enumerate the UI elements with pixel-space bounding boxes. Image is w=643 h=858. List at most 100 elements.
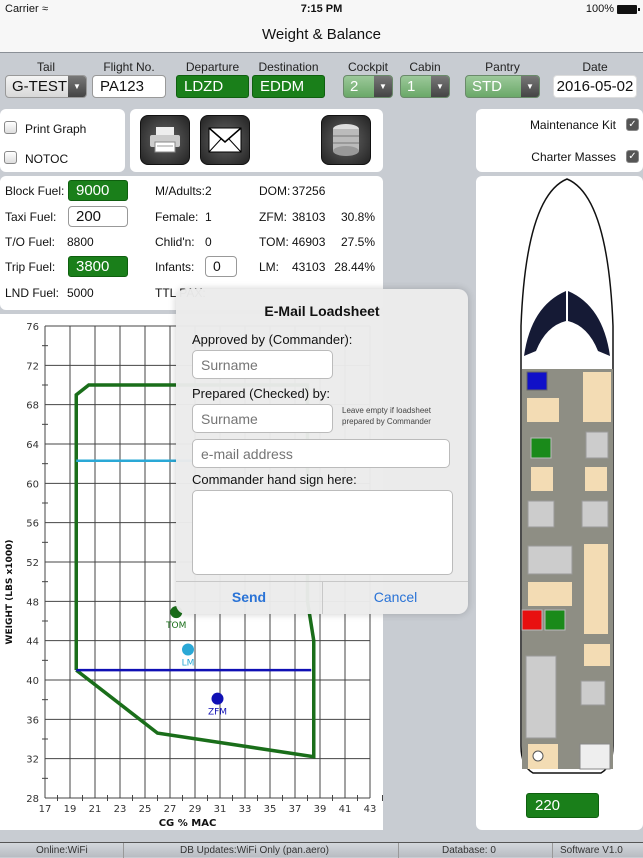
seat-empty[interactable] — [585, 431, 609, 459]
print-graph-checkbox[interactable] — [4, 121, 17, 134]
divan[interactable] — [527, 545, 573, 575]
flight-no-input[interactable]: PA123 — [92, 75, 166, 98]
pantry-select[interactable]: STD ▼ — [465, 75, 540, 98]
tail-value: G-TEST — [12, 78, 67, 95]
maintenance-kit-checkbox[interactable]: ✓ — [626, 118, 639, 131]
approved-label: Approved by (Commander): — [192, 332, 353, 347]
to-fuel-label: T/O Fuel: — [5, 235, 56, 249]
sofa[interactable] — [525, 655, 557, 739]
point-label-lm: LM — [182, 659, 195, 669]
database-icon — [333, 124, 359, 156]
point-label-tom: TOM — [165, 621, 186, 631]
y-tick-label: 52 — [26, 558, 39, 569]
taxi-fuel-label: Taxi Fuel: — [5, 210, 57, 224]
sign-label: Commander hand sign here: — [192, 472, 357, 487]
y-tick-label: 32 — [26, 755, 39, 766]
point-zfm — [211, 692, 224, 705]
prepared-hint-line2: prepared by Commander — [342, 417, 431, 426]
x-tick-label: 41 — [339, 804, 352, 815]
charter-masses-checkbox[interactable]: ✓ — [626, 150, 639, 163]
cockpit-label: Cockpit — [347, 60, 388, 74]
to-fuel-value: 8800 — [67, 235, 94, 249]
cockpit-select[interactable]: 2 ▼ — [343, 75, 393, 98]
cabin-map-panel: 220 — [476, 176, 643, 830]
trip-fuel-input[interactable]: 3800 — [68, 256, 128, 277]
battery-icon — [617, 4, 640, 14]
seat-occupied-2[interactable] — [530, 437, 552, 459]
y-tick-label: 56 — [26, 519, 39, 530]
taxi-fuel-input[interactable]: 200 — [68, 206, 128, 227]
x-tick-label: 19 — [64, 804, 77, 815]
seat-empty[interactable] — [580, 680, 606, 706]
page-title: Weight & Balance — [0, 18, 643, 53]
seat-empty[interactable] — [581, 500, 609, 528]
email-button[interactable] — [200, 115, 250, 165]
seat-occupied-4[interactable] — [544, 609, 566, 631]
database-status: Database: 0 — [442, 845, 496, 856]
seat-empty[interactable] — [527, 500, 555, 528]
toolbar-panel — [130, 109, 383, 172]
email-loadsheet-dialog: E-Mail Loadsheet Approved by (Commander)… — [176, 289, 468, 614]
printer-icon — [150, 127, 180, 153]
credenza — [528, 582, 572, 606]
x-tick-label: 29 — [189, 804, 202, 815]
seat-occupied-3[interactable] — [521, 609, 543, 631]
female-label: Female: — [155, 210, 199, 224]
destination-input[interactable]: EDDM — [252, 75, 325, 98]
clock: 7:15 PM — [300, 3, 343, 15]
notoc-label: NOTOC — [25, 152, 69, 166]
send-button[interactable]: Send — [176, 581, 322, 614]
lm-value: 43103 — [292, 260, 326, 274]
children-value: 0 — [205, 235, 212, 249]
footer-bar: Online:WiFi DB Updates:WiFi Only (pan.ae… — [0, 842, 643, 858]
x-tick-label: 27 — [164, 804, 177, 815]
prepared-surname-input[interactable] — [192, 404, 333, 433]
extras-panel: Maintenance Kit ✓ Charter Masses ✓ — [476, 109, 643, 172]
email-input[interactable] — [192, 439, 450, 468]
y-tick-label: 44 — [26, 637, 39, 648]
approved-surname-input[interactable] — [192, 350, 333, 379]
cabin-select[interactable]: 1 ▼ — [400, 75, 450, 98]
galley — [583, 372, 611, 422]
cancel-button[interactable]: Cancel — [323, 581, 468, 614]
y-tick-label: 76 — [26, 322, 39, 333]
y-axis-label: WEIGHT (LBS x1000) — [5, 540, 15, 645]
y-tick-label: 60 — [26, 479, 39, 490]
chevron-down-icon: ▼ — [521, 76, 539, 97]
departure-label: Departure — [185, 60, 240, 74]
cabinet — [584, 544, 608, 634]
notoc-checkbox[interactable] — [4, 151, 17, 164]
x-tick-label: 17 — [39, 804, 52, 815]
date-input[interactable]: 2016-05-02 — [553, 75, 637, 98]
charter-masses-label: Charter Masses — [531, 150, 616, 164]
block-fuel-input[interactable]: 9000 — [68, 180, 128, 201]
dialog-title: E-Mail Loadsheet — [264, 303, 380, 319]
lm-label: LM: — [259, 260, 280, 274]
chevron-down-icon: ▼ — [68, 76, 86, 97]
adults-value: 2 — [205, 184, 212, 198]
trip-fuel-label: Trip Fuel: — [5, 260, 56, 274]
tom-label: TOM: — [259, 235, 289, 249]
seat-occupied-1[interactable] — [526, 371, 548, 391]
point-lm — [182, 643, 194, 656]
point-label-zfm: ZFM — [208, 708, 227, 718]
maintenance-kit-label: Maintenance Kit — [529, 118, 616, 132]
chevron-down-icon: ▼ — [431, 76, 449, 97]
stairs — [579, 743, 611, 770]
signature-pad[interactable] — [192, 490, 453, 575]
infants-input[interactable]: 0 — [205, 256, 237, 277]
database-button[interactable] — [321, 115, 371, 165]
x-tick-label: 31 — [214, 804, 227, 815]
cockpit-value: 2 — [350, 78, 359, 95]
battery: 100% — [586, 3, 640, 15]
y-tick-label: 68 — [26, 401, 39, 412]
print-button[interactable] — [140, 115, 190, 165]
tail-select[interactable]: G-TEST ▼ — [5, 75, 87, 98]
x-tick-label: 33 — [239, 804, 252, 815]
prepared-label: Prepared (Checked) by: — [192, 386, 331, 401]
x-tick-label: 35 — [264, 804, 277, 815]
y-tick-label: 48 — [26, 597, 39, 608]
cabin-label: Cabin — [409, 60, 441, 74]
print-graph-label: Print Graph — [25, 122, 87, 136]
departure-input[interactable]: LDZD — [176, 75, 249, 98]
